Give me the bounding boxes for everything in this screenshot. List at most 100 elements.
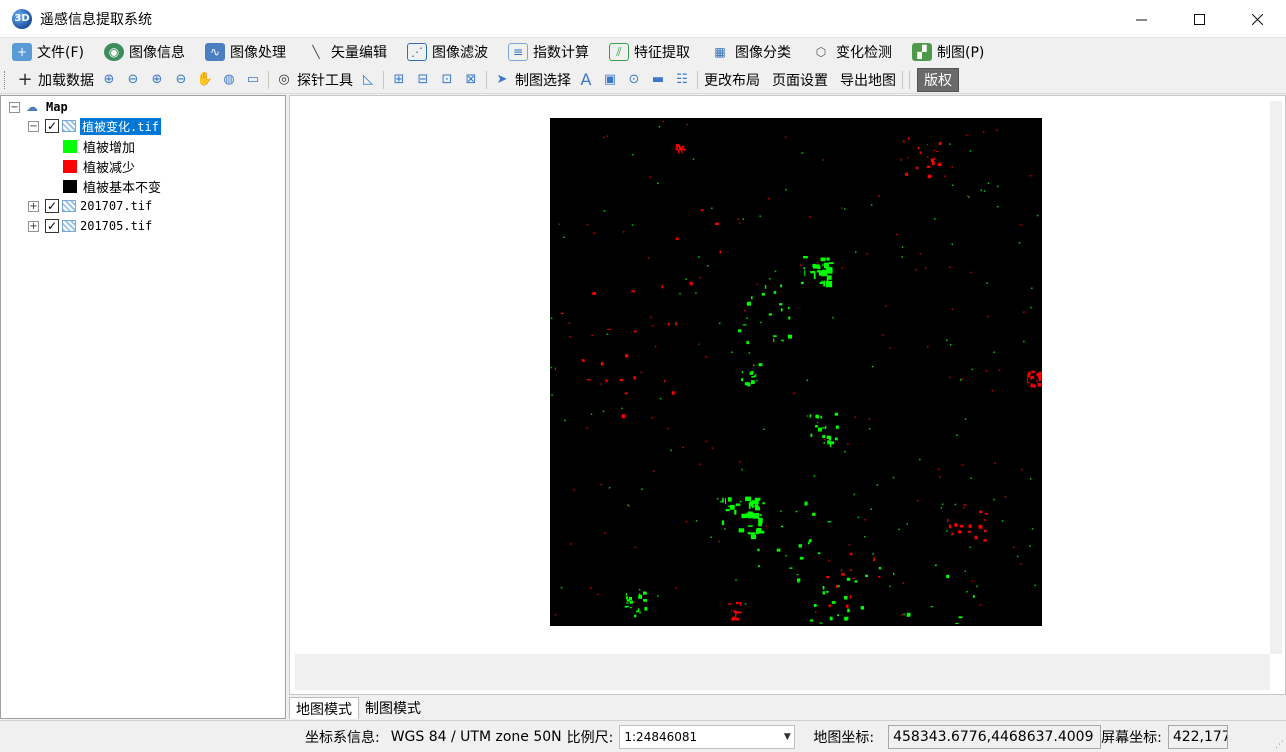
layer-checkbox[interactable]: ✓ xyxy=(45,119,59,133)
menu-change-detect[interactable]: ⬡ 变化检测 xyxy=(799,39,900,65)
tree-layer-201707[interactable]: + ✓ 201707.tif xyxy=(28,196,152,216)
menu-image-filter[interactable]: ⋰ 图像滤波 xyxy=(395,39,496,65)
change-pixel xyxy=(967,531,972,533)
change-pixel xyxy=(814,604,817,607)
change-pixel xyxy=(822,591,826,595)
scale-select[interactable]: 1:24846081 ▼ xyxy=(619,724,796,749)
collapse-icon[interactable]: − xyxy=(28,120,39,132)
layout-zoom-out-button[interactable]: ⊟ xyxy=(411,68,435,92)
layer-name[interactable]: 201707.tif xyxy=(80,199,152,213)
menu-file[interactable]: + 文件(F) xyxy=(0,39,92,65)
insert-picture-button[interactable]: ▣ xyxy=(598,68,622,92)
legend-button[interactable]: ☷ xyxy=(670,68,694,92)
zoom-in-icon: ⊕ xyxy=(103,72,115,87)
change-raster[interactable] xyxy=(550,118,1042,626)
change-pixel xyxy=(756,283,759,286)
layout-zoom-in-button[interactable]: ⊞ xyxy=(387,68,411,92)
menu-image-process[interactable]: ∿ 图像处理 xyxy=(193,39,294,65)
change-pixel xyxy=(724,528,726,530)
zoom-out-button[interactable]: ⊖ xyxy=(121,68,145,92)
change-detect-icon: ⬡ xyxy=(815,45,827,59)
change-pixel xyxy=(682,145,685,148)
insert-text-button[interactable]: A xyxy=(574,68,598,92)
menu-image-classify[interactable]: ▦ 图像分类 xyxy=(698,39,799,65)
change-pixel xyxy=(865,574,868,577)
close-icon xyxy=(1251,13,1263,25)
change-pixel xyxy=(711,447,714,449)
export-map-button[interactable]: 导出地图 xyxy=(837,68,899,92)
change-pixel xyxy=(1031,287,1033,289)
layout-pan-button[interactable]: ⊡ xyxy=(435,68,459,92)
change-pixel xyxy=(638,593,641,596)
layer-checkbox[interactable]: ✓ xyxy=(45,199,59,213)
menu-feature-extract[interactable]: ⫽ 特征提取 xyxy=(597,39,698,65)
menu-cartography[interactable]: ▞ 制图(P) xyxy=(900,39,992,65)
tree-root[interactable]: − ☁ Map xyxy=(9,97,68,117)
change-pixel xyxy=(651,325,654,327)
pan-button[interactable]: ✋ xyxy=(193,68,217,92)
change-pixel xyxy=(722,497,724,503)
change-pixel xyxy=(784,136,787,138)
tab-map-mode[interactable]: 地图模式 xyxy=(289,697,359,719)
tree-layer-201705[interactable]: + ✓ 201705.tif xyxy=(28,216,152,236)
fixed-zoom-out-button[interactable]: ⊖ xyxy=(169,68,193,92)
menu-label: 变化检测 xyxy=(835,45,892,61)
change-pixel xyxy=(773,291,777,294)
change-pixel xyxy=(819,622,823,624)
change-pixel xyxy=(698,256,700,258)
menu-image-info[interactable]: ◉ 图像信息 xyxy=(92,39,193,65)
page-setup-button[interactable]: 页面设置 xyxy=(769,68,831,92)
map-vertical-scrollbar[interactable] xyxy=(1270,101,1282,654)
layer-name[interactable]: 201705.tif xyxy=(80,219,152,233)
chevron-down-icon[interactable]: ▼ xyxy=(780,732,794,742)
toolbar-grip[interactable] xyxy=(4,70,7,89)
copyright-button[interactable]: 版权 xyxy=(917,67,959,92)
change-pixel xyxy=(780,284,782,288)
image-classify-icon: ▦ xyxy=(714,45,726,59)
menu-index-calc[interactable]: ≡ 指数计算 xyxy=(496,39,597,65)
maximize-button[interactable] xyxy=(1170,0,1228,38)
change-pixel xyxy=(982,131,985,133)
map-select-button[interactable]: ➤ 制图选择 xyxy=(490,68,574,92)
layer-name[interactable]: 植被变化.tif xyxy=(80,117,161,135)
tree-layer-vegetation-change[interactable]: − ✓ 植被变化.tif xyxy=(28,116,161,136)
change-pixel xyxy=(823,280,825,287)
change-pixel xyxy=(905,172,909,176)
layer-checkbox[interactable]: ✓ xyxy=(45,219,59,233)
change-pixel xyxy=(762,502,765,505)
change-pixel xyxy=(816,261,819,264)
measure-button[interactable]: ◺ xyxy=(356,68,380,92)
change-pixel xyxy=(848,544,851,546)
change-pixel xyxy=(633,330,637,333)
change-layout-label: 更改布局 xyxy=(704,72,760,89)
layout-full-button[interactable]: ⊠ xyxy=(459,68,483,92)
north-arrow-button[interactable]: ⊙ xyxy=(622,68,646,92)
change-pixel xyxy=(748,525,753,527)
change-pixel xyxy=(768,313,772,316)
change-pixel xyxy=(624,606,627,608)
zoom-in-button[interactable]: ⊕ xyxy=(97,68,121,92)
tab-layout-mode[interactable]: 制图模式 xyxy=(359,697,427,719)
expand-icon[interactable]: + xyxy=(28,200,39,212)
change-pixel xyxy=(734,509,737,515)
resize-grip-icon[interactable]: ⋰ xyxy=(1275,740,1284,750)
probe-tool-button[interactable]: ◎ 探针工具 xyxy=(272,68,356,92)
full-extent-button[interactable]: ◍ xyxy=(217,68,241,92)
change-pixel xyxy=(603,136,605,138)
change-layout-button[interactable]: 更改布局 xyxy=(701,68,763,92)
collapse-icon[interactable]: − xyxy=(9,101,20,113)
close-button[interactable] xyxy=(1228,0,1286,38)
change-pixel xyxy=(748,352,751,354)
scale-bar-button[interactable]: ▬ xyxy=(646,68,670,92)
expand-icon[interactable]: + xyxy=(28,220,39,232)
change-pixel xyxy=(1031,528,1034,530)
raster-layer-icon xyxy=(62,200,76,212)
minimize-button[interactable] xyxy=(1112,0,1170,38)
fixed-zoom-in-button[interactable]: ⊕ xyxy=(145,68,169,92)
add-data-button[interactable]: + 加载数据 xyxy=(13,68,97,92)
change-pixel xyxy=(954,523,958,527)
menu-vector-edit[interactable]: ╲ 矢量编辑 xyxy=(294,39,395,65)
change-pixel xyxy=(961,378,964,380)
extent-button[interactable]: ▭ xyxy=(241,68,265,92)
change-pixel xyxy=(815,611,817,613)
